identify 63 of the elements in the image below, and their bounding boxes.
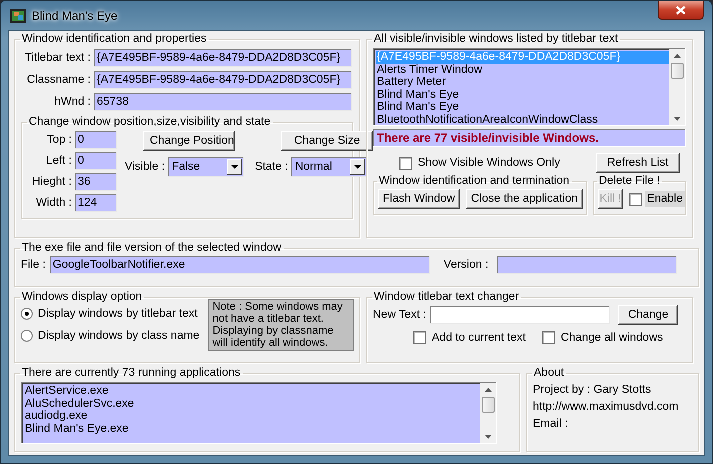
group-title: Window titlebar text changer bbox=[373, 291, 520, 303]
list-item[interactable]: audiodg.exe bbox=[24, 410, 480, 422]
push-button[interactable]: Change Position bbox=[143, 131, 235, 151]
field-label: State : bbox=[255, 161, 288, 173]
checkbox[interactable]: Enable bbox=[629, 191, 685, 207]
about-text: Email : bbox=[533, 418, 570, 430]
about-text: http://www.maximusdvd.com bbox=[533, 401, 680, 413]
group-title: Delete File ! bbox=[598, 175, 662, 187]
group-title: Window identification and properties bbox=[21, 33, 208, 45]
dropdown[interactable]: Normal bbox=[291, 157, 368, 177]
checkbox-label: Show Visible Windows Only bbox=[418, 157, 560, 169]
list-item[interactable]: AluSchedulerSvc.exe bbox=[24, 398, 480, 410]
field-label: Titlebar text : bbox=[24, 52, 92, 64]
field-label: Width : bbox=[35, 197, 73, 209]
input-field[interactable]: 0 bbox=[75, 131, 117, 149]
input-field[interactable]: 124 bbox=[75, 194, 117, 212]
dropdown[interactable]: False bbox=[168, 157, 244, 177]
checkbox-label: Enable bbox=[645, 191, 685, 207]
checkbox-label: Change all windows bbox=[560, 332, 664, 344]
list-item[interactable]: BluetoothNotificationAreaIconWindowClass bbox=[376, 114, 669, 125]
input-field[interactable]: {A7E495BF-9589-4a6e-8479-DDA2D8D3C05F} bbox=[94, 49, 352, 67]
input-field[interactable]: 65738 bbox=[94, 93, 352, 111]
input-field[interactable]: 0 bbox=[75, 152, 117, 170]
group-title: Change window position,size,visibility and state bbox=[28, 116, 272, 128]
input-field[interactable]: 36 bbox=[75, 173, 117, 191]
field-label: Top : bbox=[46, 134, 73, 146]
group-title: The exe file and file version of the selected window bbox=[21, 242, 283, 254]
list-box[interactable]: {A7E495BF-9589-4a6e-8479-DDA2D8D3C05F} Alerts Timer Window Battery Meter Blind Man's Eye Blind Man's Eye BluetoothNotificationAreaIconWindowClass bbox=[373, 48, 686, 126]
list-item[interactable]: Blind Man's Eye bbox=[376, 101, 669, 114]
push-button[interactable]: Change Size bbox=[281, 131, 374, 151]
field-label: New Text : bbox=[373, 309, 426, 321]
checkbox[interactable]: Add to current text bbox=[413, 331, 526, 344]
push-button[interactable]: Flash Window bbox=[378, 189, 460, 209]
group-title: There are currently 73 running applications bbox=[21, 367, 242, 379]
list-item[interactable]: AlertService.exe bbox=[24, 385, 480, 398]
field-label: hWnd : bbox=[54, 96, 92, 108]
group-title: Window identification and termination bbox=[378, 175, 570, 187]
group-title: About bbox=[533, 367, 566, 379]
list-box[interactable]: AlertService.exe AluSchedulerSvc.exe audiodg.exe Blind Man's Eye.exe bbox=[21, 382, 497, 444]
field-label: Classname : bbox=[26, 74, 92, 86]
field-label: Visible : bbox=[125, 161, 166, 173]
input-field[interactable]: {A7E495BF-9589-4a6e-8479-DDA2D8D3C05F} bbox=[94, 71, 352, 89]
list-item[interactable]: Blind Man's Eye.exe bbox=[24, 422, 480, 435]
input-field[interactable]: GoogleToolbarNotifier.exe bbox=[50, 256, 430, 274]
list-item[interactable]: Battery Meter bbox=[376, 76, 669, 88]
status-text: There are 77 visible/invisible Windows. bbox=[373, 129, 686, 147]
window-title: Blind Man's Eye bbox=[32, 8, 118, 22]
list-item[interactable]: Blind Man's Eye bbox=[376, 88, 669, 101]
field-label: Hieght : bbox=[31, 176, 73, 188]
push-button[interactable]: Close the application bbox=[466, 189, 583, 209]
group-title: All visible/invisible windows listed by titlebar text bbox=[373, 33, 620, 45]
field-label: Version : bbox=[444, 259, 489, 271]
checkbox[interactable]: Show Visible Windows Only bbox=[399, 156, 560, 170]
list-item[interactable]: Alerts Timer Window bbox=[376, 64, 669, 76]
note-text: Note : Some windows may not have a titlebar text. Displaying by classname will identify all windows. bbox=[208, 299, 354, 351]
push-button[interactable]: Change bbox=[618, 305, 678, 325]
group-title: Windows display option bbox=[21, 291, 144, 303]
field-label: File : bbox=[21, 259, 46, 271]
checkbox-label: Add to current text bbox=[432, 332, 526, 344]
field-label: Left : bbox=[45, 155, 73, 167]
push-button[interactable]: Refresh List bbox=[596, 153, 680, 173]
about-text: Project by : Gary Stotts bbox=[533, 384, 652, 396]
checkbox[interactable]: Change all windows bbox=[542, 331, 664, 344]
